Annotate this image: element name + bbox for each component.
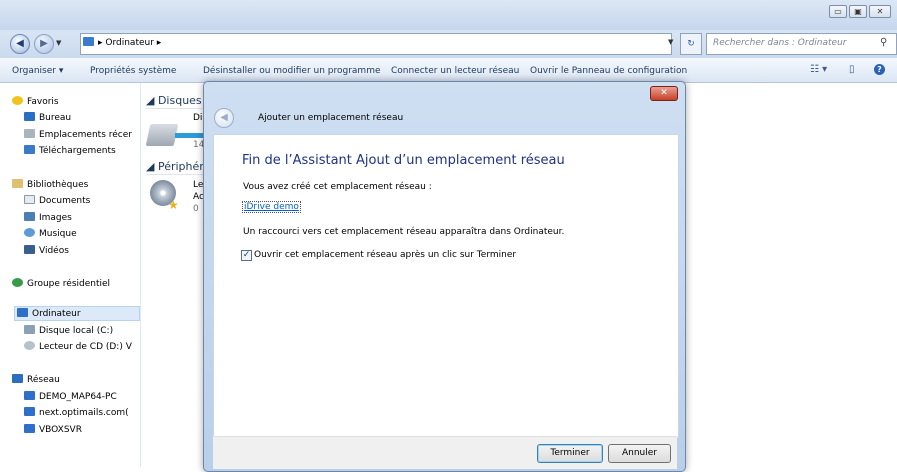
group-divider — [146, 108, 203, 109]
images-icon — [24, 212, 35, 221]
disk-usage-bar — [175, 133, 205, 138]
open-location-checkbox-label[interactable]: Ouvrir cet emplacement réseau après un c… — [254, 250, 516, 260]
dialog-back-button[interactable]: ◀ — [214, 108, 234, 128]
cancel-button[interactable]: Annuler — [608, 444, 671, 463]
cd-label[interactable]: Le — [193, 180, 203, 190]
nav-documents[interactable]: Documents — [24, 195, 90, 206]
open-control-panel-button[interactable]: Ouvrir le Panneau de configuration — [530, 66, 687, 76]
nav-network-pc[interactable]: VBOXSVR — [24, 424, 82, 435]
computer-icon — [24, 391, 35, 400]
nav-local-disk[interactable]: Disque local (C:) — [24, 325, 113, 336]
uninstall-program-button[interactable]: Désinstaller ou modifier un programme — [203, 66, 381, 76]
network-icon — [12, 374, 23, 383]
homegroup-icon — [12, 278, 23, 287]
dialog-close-button[interactable]: ✕ — [650, 86, 678, 101]
nav-music[interactable]: Musique — [24, 228, 77, 239]
nav-network[interactable]: Réseau — [12, 374, 60, 385]
nav-recent-places[interactable]: Emplacements récer — [24, 129, 132, 140]
search-icon[interactable]: ⚲ — [880, 37, 887, 48]
nav-downloads[interactable]: Téléchargements — [24, 145, 116, 156]
nav-homegroup[interactable]: Groupe résidentiel — [12, 278, 110, 289]
nav-images[interactable]: Images — [24, 212, 72, 223]
minimize-button[interactable]: ▭ — [829, 5, 847, 18]
videos-icon — [24, 245, 35, 254]
organize-menu[interactable]: Organiser ▾ — [12, 66, 63, 76]
star-icon — [12, 96, 23, 105]
recent-places-icon — [24, 129, 35, 138]
disk-label[interactable]: Di — [193, 113, 202, 123]
nav-network-pc[interactable]: next.optimails.com( — [24, 407, 129, 418]
created-text: Vous avez créé cet emplacement réseau : — [243, 182, 432, 192]
network-location-link[interactable]: iDrive demo — [242, 201, 301, 213]
breadcrumb[interactable]: ▸ Ordinateur ▸ — [98, 38, 161, 48]
history-dropdown-icon[interactable]: ▼ — [56, 39, 61, 47]
shortcut-info-text: Un raccourci vers cet emplacement réseau… — [243, 227, 565, 237]
computer-icon — [24, 424, 35, 433]
forward-button[interactable]: ▶ — [34, 34, 54, 54]
help-icon[interactable]: ? — [874, 64, 885, 75]
dialog-title: Ajouter un emplacement réseau — [258, 113, 404, 123]
refresh-button[interactable]: ↻ — [680, 33, 702, 55]
group-divider — [146, 174, 203, 175]
computer-icon — [83, 37, 94, 46]
maximize-button[interactable]: ▣ — [849, 5, 867, 18]
hard-drive-icon — [24, 325, 35, 334]
open-location-checkbox[interactable]: ✓ — [241, 250, 252, 261]
nav-favorites[interactable]: Favoris — [12, 96, 59, 107]
autoplay-star-icon: ★ — [168, 198, 179, 212]
nav-libraries[interactable]: Bibliothèques — [12, 179, 88, 190]
libraries-icon — [12, 179, 23, 188]
address-bar[interactable] — [80, 33, 672, 55]
preview-pane-icon[interactable]: ▯ — [849, 64, 855, 75]
music-icon — [24, 228, 35, 237]
nav-network-pc[interactable]: DEMO_MAP64-PC — [24, 391, 117, 402]
desktop-icon — [24, 112, 35, 121]
documents-icon — [24, 195, 35, 204]
back-button[interactable]: ◀ — [10, 34, 30, 54]
close-button[interactable]: ✕ — [869, 5, 891, 18]
system-properties-button[interactable]: Propriétés système — [90, 66, 176, 76]
computer-icon — [24, 407, 35, 416]
change-view-icon[interactable]: ☷ ▾ — [810, 64, 827, 75]
computer-icon — [17, 308, 28, 317]
nav-videos[interactable]: Vidéos — [24, 245, 69, 256]
hard-drive-icon[interactable] — [145, 124, 179, 146]
downloads-icon — [24, 145, 35, 154]
cd-size: 0 — [193, 204, 199, 214]
cd-drive-icon — [24, 341, 35, 350]
dialog-body — [213, 134, 679, 438]
wizard-heading: Fin de l’Assistant Ajout d’un emplacemen… — [242, 153, 565, 168]
breadcrumb-computer[interactable]: Ordinateur — [105, 38, 154, 48]
map-network-drive-button[interactable]: Connecter un lecteur réseau — [391, 66, 519, 76]
nav-cd-drive[interactable]: Lecteur de CD (D:) V — [24, 341, 132, 352]
nav-desktop[interactable]: Bureau — [24, 112, 71, 123]
explorer-title-bar — [0, 0, 897, 30]
nav-computer[interactable]: Ordinateur — [17, 308, 81, 319]
search-placeholder: Rechercher dans : Ordinateur — [713, 38, 847, 48]
address-dropdown-icon[interactable]: ▼ — [668, 38, 673, 46]
group-header-devices[interactable]: ◢ Périphéri — [146, 160, 207, 173]
finish-button[interactable]: Terminer — [537, 444, 603, 463]
